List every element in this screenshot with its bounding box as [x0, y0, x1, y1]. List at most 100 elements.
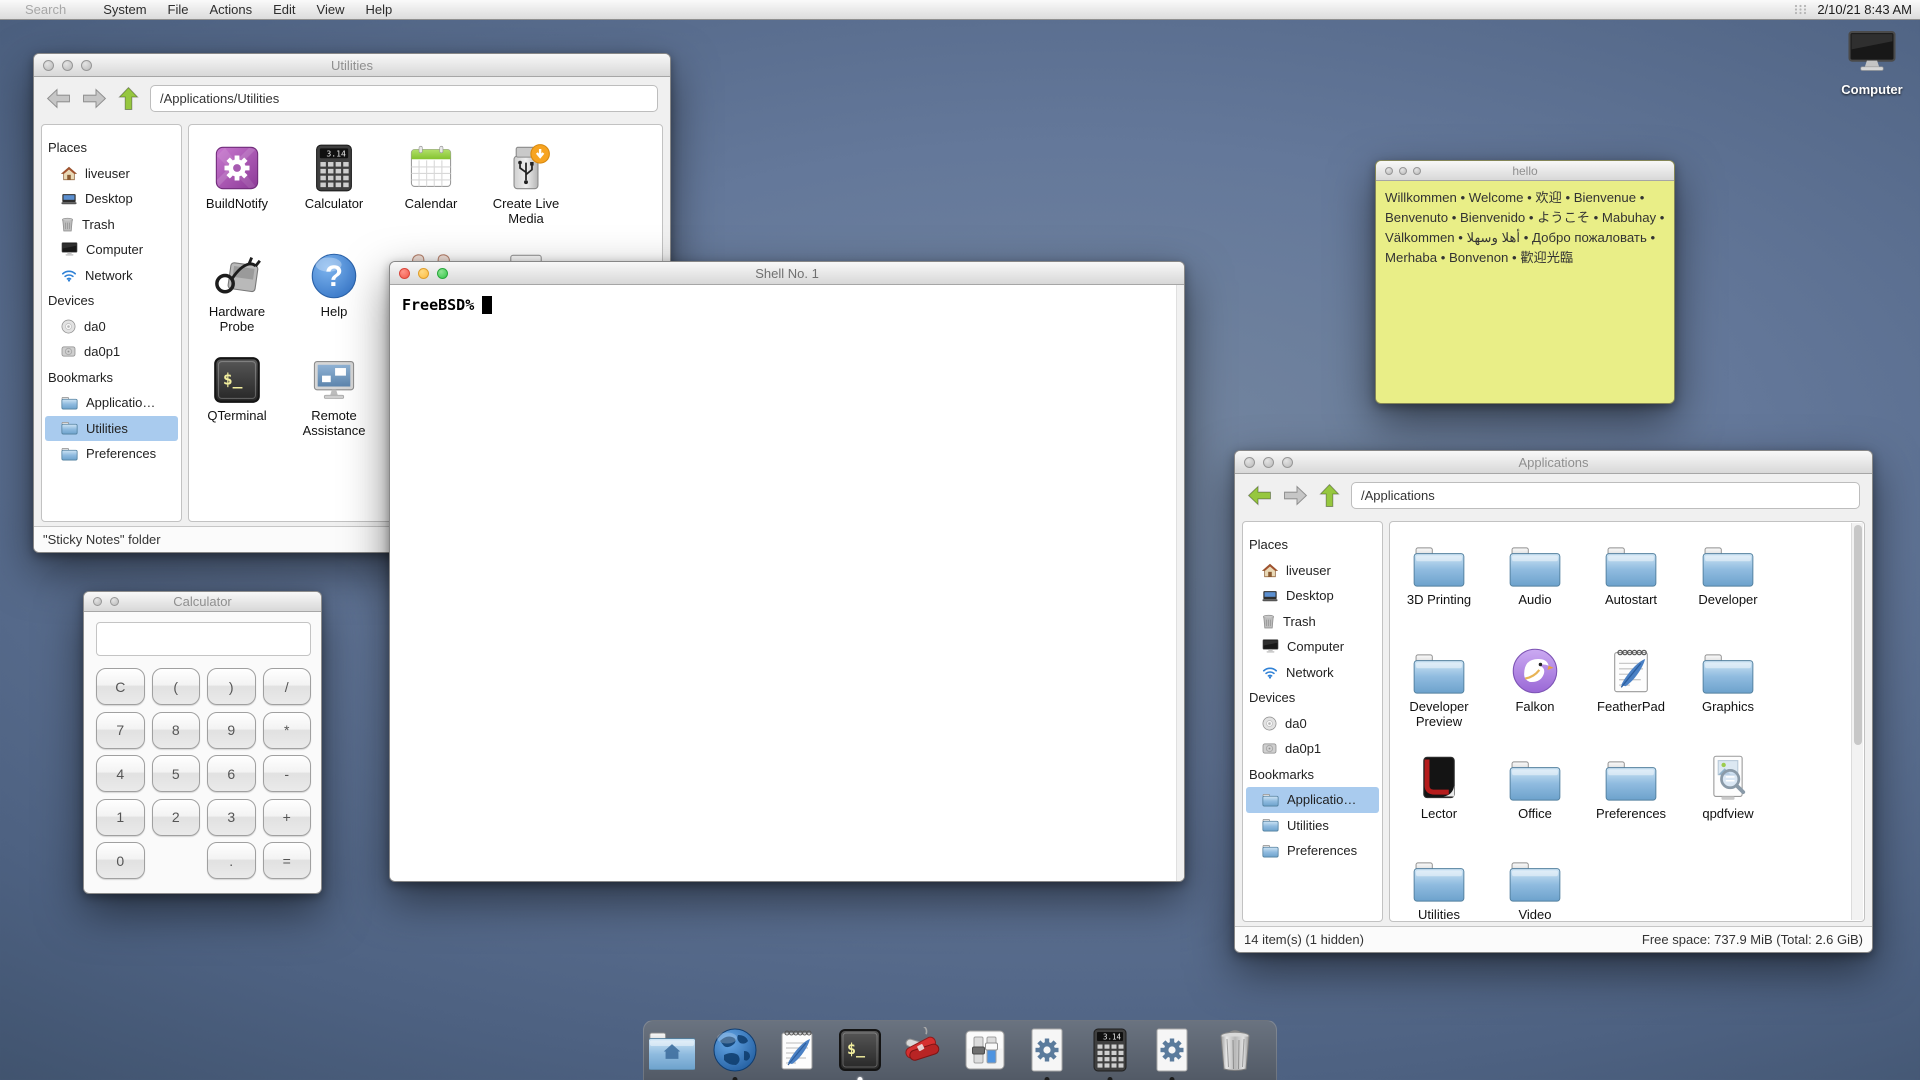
- calc-button-7[interactable]: 7: [96, 712, 145, 749]
- shell-titlebar[interactable]: Shell No. 1: [390, 262, 1184, 285]
- sidebar-item-desktop[interactable]: Desktop: [1243, 583, 1382, 609]
- sidebar-item-computer[interactable]: Computer: [1243, 634, 1382, 660]
- maximize-button[interactable]: [437, 268, 448, 279]
- sidebar-item-computer[interactable]: Computer: [42, 237, 181, 263]
- maximize-button[interactable]: [1282, 457, 1293, 468]
- close-button[interactable]: [1244, 457, 1255, 468]
- maximize-button[interactable]: [81, 60, 92, 71]
- app-icon-calendar[interactable]: Calendar: [384, 141, 478, 211]
- sidebar-item-da0[interactable]: da0: [1243, 711, 1382, 737]
- terminal-scrollbar[interactable]: [1176, 285, 1184, 881]
- app-icon-create-live-media[interactable]: Create Live Media: [479, 141, 573, 226]
- dock-featherpad[interactable]: [774, 1027, 820, 1073]
- calc-button-8[interactable]: 8: [152, 712, 201, 749]
- menubar-drag-handle-icon[interactable]: [1794, 4, 1807, 15]
- calculator-titlebar[interactable]: Calculator: [84, 592, 321, 612]
- menu-help[interactable]: Help: [366, 2, 393, 17]
- folder-autostart[interactable]: Autostart: [1584, 537, 1678, 607]
- folder-graphics[interactable]: Graphics: [1681, 644, 1775, 714]
- dock-system-settings-2[interactable]: [1149, 1027, 1195, 1073]
- sidebar-item-da0p1[interactable]: da0p1: [1243, 736, 1382, 762]
- calc-button-equals[interactable]: =: [263, 842, 312, 879]
- sidebar-item-trash[interactable]: Trash: [42, 212, 181, 238]
- folder-3d-printing[interactable]: 3D Printing: [1392, 537, 1486, 607]
- dock-web-browser[interactable]: [712, 1027, 758, 1073]
- maximize-button[interactable]: [1413, 167, 1421, 175]
- calc-button-4[interactable]: 4: [96, 755, 145, 792]
- app-icon-remote-assistance[interactable]: Remote Assistance: [287, 353, 381, 438]
- up-button[interactable]: [1319, 483, 1340, 508]
- menu-system[interactable]: System: [103, 2, 146, 17]
- sidebar-item-da0[interactable]: da0: [42, 314, 181, 340]
- sidebar-item-utilities-selected[interactable]: Utilities: [45, 416, 178, 442]
- dock-trash[interactable]: [1212, 1027, 1258, 1073]
- sidebar-item-utilities[interactable]: Utilities: [1243, 813, 1382, 839]
- sidebar-item-applications-selected[interactable]: Applicatio…: [1246, 787, 1379, 813]
- back-button[interactable]: [1247, 485, 1272, 506]
- minimize-button[interactable]: [1399, 167, 1407, 175]
- folder-preferences[interactable]: Preferences: [1584, 751, 1678, 821]
- menu-actions[interactable]: Actions: [210, 2, 253, 17]
- dock-calculator[interactable]: [1087, 1027, 1133, 1073]
- calc-button-6[interactable]: 6: [207, 755, 256, 792]
- vertical-scrollbar[interactable]: [1851, 523, 1863, 920]
- desktop-computer-icon[interactable]: Computer: [1830, 30, 1914, 97]
- sidebar-item-desktop[interactable]: Desktop: [42, 186, 181, 212]
- note-titlebar[interactable]: hello: [1376, 161, 1674, 181]
- minimize-button[interactable]: [62, 60, 73, 71]
- up-button[interactable]: [118, 86, 139, 111]
- folder-audio[interactable]: Audio: [1488, 537, 1582, 607]
- dock-utilities[interactable]: [899, 1027, 945, 1073]
- calc-button-1[interactable]: 1: [96, 799, 145, 836]
- menu-view[interactable]: View: [317, 2, 345, 17]
- menu-file[interactable]: File: [168, 2, 189, 17]
- back-button[interactable]: [46, 88, 71, 109]
- dock-qterminal[interactable]: [837, 1027, 883, 1073]
- calc-button-clear[interactable]: C: [96, 668, 145, 705]
- sidebar-item-da0p1[interactable]: da0p1: [42, 339, 181, 365]
- menu-edit[interactable]: Edit: [273, 2, 295, 17]
- dock-file-manager[interactable]: [649, 1027, 695, 1073]
- menu-search[interactable]: Search: [25, 2, 66, 17]
- minimize-button[interactable]: [418, 268, 429, 279]
- calc-button-2[interactable]: 2: [152, 799, 201, 836]
- calc-button-multiply[interactable]: *: [263, 712, 312, 749]
- folder-office[interactable]: Office: [1488, 751, 1582, 821]
- forward-button[interactable]: [1283, 485, 1308, 506]
- calc-button-5[interactable]: 5: [152, 755, 201, 792]
- scrollbar-thumb[interactable]: [1854, 525, 1862, 745]
- close-button[interactable]: [93, 597, 102, 606]
- calc-button-9[interactable]: 9: [207, 712, 256, 749]
- note-text[interactable]: Willkommen • Welcome • 欢迎 • Bienvenue • …: [1376, 181, 1674, 403]
- dock-display-preferences[interactable]: [962, 1027, 1008, 1073]
- sidebar-item-preferences[interactable]: Preferences: [42, 441, 181, 467]
- app-icon-lector[interactable]: Lector: [1392, 751, 1486, 821]
- sidebar-item-network[interactable]: Network: [1243, 660, 1382, 686]
- minimize-button[interactable]: [110, 597, 119, 606]
- sidebar-item-network[interactable]: Network: [42, 263, 181, 289]
- calc-button-open-paren[interactable]: (: [152, 668, 201, 705]
- close-button[interactable]: [43, 60, 54, 71]
- app-icon-qterminal[interactable]: QTerminal: [190, 353, 284, 423]
- calculator-display[interactable]: [96, 622, 311, 656]
- calc-button-3[interactable]: 3: [207, 799, 256, 836]
- folder-developer[interactable]: Developer: [1681, 537, 1775, 607]
- utilities-titlebar[interactable]: Utilities: [34, 54, 670, 77]
- folder-developer-preview[interactable]: Developer Preview: [1392, 644, 1486, 729]
- close-button[interactable]: [399, 268, 410, 279]
- sidebar-item-liveuser[interactable]: liveuser: [1243, 558, 1382, 584]
- minimize-button[interactable]: [1263, 457, 1274, 468]
- sidebar-item-liveuser[interactable]: liveuser: [42, 161, 181, 187]
- app-icon-featherpad[interactable]: FeatherPad: [1584, 644, 1678, 714]
- calc-button-close-paren[interactable]: ): [207, 668, 256, 705]
- dock-system-settings[interactable]: [1024, 1027, 1070, 1073]
- path-field[interactable]: /Applications: [1351, 482, 1860, 509]
- calc-button-plus[interactable]: +: [263, 799, 312, 836]
- calc-button-0[interactable]: 0: [96, 842, 145, 879]
- path-field[interactable]: /Applications/Utilities: [150, 85, 658, 112]
- sidebar-item-applications[interactable]: Applicatio…: [42, 390, 181, 416]
- app-icon-hardware-probe[interactable]: Hardware Probe: [190, 249, 284, 334]
- terminal-area[interactable]: FreeBSD%: [390, 285, 1184, 881]
- calc-button-minus[interactable]: -: [263, 755, 312, 792]
- sidebar-item-preferences[interactable]: Preferences: [1243, 838, 1382, 864]
